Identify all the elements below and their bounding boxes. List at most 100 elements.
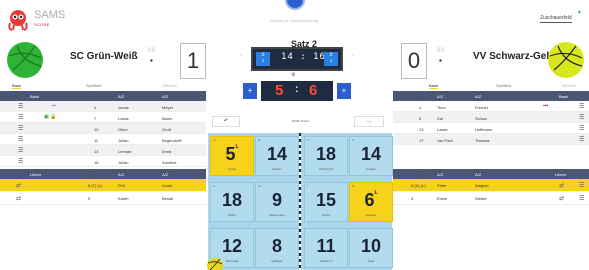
libero-number: 8 (T) (L): [88, 183, 103, 188]
left-plus-button[interactable]: +: [243, 83, 257, 99]
libero-row[interactable]: ⇄ 9 Karim Benali: [0, 192, 206, 205]
drag-handle-icon[interactable]: ☰: [18, 147, 23, 154]
drag-handle-icon[interactable]: ☰: [18, 158, 23, 165]
left-score: 5: [275, 82, 284, 99]
right-header-name: A/Z: [475, 94, 482, 99]
left-header-nr: A/Z: [118, 94, 125, 99]
player-first-name: Olum: [118, 127, 128, 132]
libero-row[interactable]: ⇄ 8 (T) (L) Phil Kunte: [0, 179, 206, 192]
right-libero-label: Libero: [555, 172, 567, 177]
libero-marker: L: [235, 144, 239, 150]
gear-icon[interactable]: ⚙: [291, 72, 295, 78]
court-position-tile[interactable]: III 14 Robert: [255, 136, 299, 176]
left-libero-sort-name: A/Z: [162, 172, 169, 177]
libero-row[interactable]: 8 (K) (L) Peter Wagner ⇄ ☰: [393, 179, 589, 192]
player-number: 7: [94, 116, 97, 121]
drag-handle-icon[interactable]: ☰: [579, 136, 584, 143]
timeout-left-button[interactable]: ⏱ 0: [256, 52, 270, 66]
table-row[interactable]: ☰ 13 Lennart Ernst: [0, 145, 206, 156]
drag-handle-icon[interactable]: ☰: [18, 136, 23, 143]
right-pen-icon[interactable]: ✎: [352, 53, 355, 58]
swap-icon[interactable]: ⇄: [559, 182, 564, 189]
right-header-menu-icon: ☰: [417, 95, 423, 101]
table-row[interactable]: 5 Kai Schulz ☰: [393, 112, 589, 123]
right-libero-sort-nr: A/Z: [437, 172, 444, 177]
table-row[interactable]: ☰ 16 Julian Zornfink: [0, 156, 206, 167]
drag-handle-icon[interactable]: ☰: [579, 182, 584, 189]
left-tab-bench[interactable]: Bank: [12, 83, 22, 89]
drag-handle-icon[interactable]: ☰: [579, 125, 584, 132]
position-roman: V: [213, 184, 216, 188]
left-clipboard-icon[interactable]: ▪: [150, 56, 153, 65]
position-roman: II: [307, 138, 309, 142]
player-first-name: Lukas: [118, 116, 129, 121]
right-libero-sort-name: A/Z: [475, 172, 482, 177]
left-tab-field[interactable]: Spielfeld: [86, 83, 101, 88]
court-position-tile[interactable]: 8 Gallager: [255, 228, 299, 268]
table-row[interactable]: ☰ 11 Julian Bogendorff: [0, 134, 206, 145]
left-team-icons[interactable]: ▯ ▯: [148, 47, 155, 53]
player-number: 17: [419, 138, 424, 143]
table-row[interactable]: ☰ ▪▪ 4 Jonas Meyer: [0, 101, 206, 112]
right-team-icons[interactable]: ▯ ▯: [437, 47, 444, 53]
player-first-name: Julian: [118, 138, 129, 143]
court-position-tile[interactable]: VI 9 Weidemann: [255, 182, 299, 222]
court-position-tile[interactable]: II 18 Winterrock: [304, 136, 348, 176]
court-position-tile[interactable]: III 6L Wagner: [349, 182, 393, 222]
back-to-match-button[interactable]: Zurück zur Spielverwaltung: [266, 18, 322, 23]
table-row[interactable]: 4 Timo Fischer ▪▪▪ ☰: [393, 101, 589, 112]
player-first-name: Lasse: [437, 127, 448, 132]
table-row[interactable]: ☰ ▣ 🔒 7 Lukas Baum: [0, 112, 206, 123]
left-libero-menu-icon: ☰: [92, 173, 98, 179]
libero-marker: L: [374, 190, 378, 196]
swap-icon[interactable]: ⇄: [16, 195, 21, 202]
logo-subtitle: SCORE: [34, 22, 50, 27]
left-pen-icon[interactable]: ✎: [240, 53, 243, 58]
right-tab-field[interactable]: Spielfeld: [496, 83, 511, 88]
drag-handle-icon[interactable]: ☰: [18, 114, 23, 121]
control-row: ↶ ROW: Punkt Fix: [208, 113, 390, 129]
left-libero-label: Libero: [30, 172, 42, 177]
right-plus-button[interactable]: +: [337, 83, 351, 99]
drag-handle-icon[interactable]: ☰: [579, 195, 584, 202]
left-tab-officials[interactable]: Offizielle: [162, 83, 177, 88]
undo-button[interactable]: ↶: [212, 116, 240, 127]
fix-button[interactable]: Fix: [354, 116, 384, 127]
table-row[interactable]: 13 Lasse Hoffmann ☰: [393, 123, 589, 134]
player-name: Raber: [227, 213, 237, 217]
court-position-tile[interactable]: IV 5L Kunte: [210, 136, 254, 176]
libero-row[interactable]: 3 Erwin Weber ⇄ ☰: [393, 192, 589, 205]
right-tab-officials[interactable]: Offizielle: [561, 83, 576, 88]
timeout-right-button[interactable]: ⏱ 0: [324, 52, 338, 66]
player-name: Gallager: [271, 259, 283, 263]
drag-handle-icon[interactable]: ☰: [579, 114, 584, 121]
court-position-tile[interactable]: 10 Klein: [349, 228, 393, 268]
libero-last-name: Weber: [475, 196, 487, 201]
drag-handle-icon[interactable]: ☰: [18, 103, 23, 110]
yellow-ball-icon: [207, 258, 223, 270]
left-sets-won: 1: [180, 43, 206, 79]
table-row[interactable]: 17 Jan Paul Thomas ☰: [393, 134, 589, 145]
player-first-name: Kai: [437, 116, 443, 121]
right-clipboard-icon[interactable]: ▪: [439, 56, 442, 65]
drag-handle-icon[interactable]: ☰: [579, 103, 584, 110]
player-number: 4: [419, 105, 422, 110]
sams-logo-icon: [8, 10, 28, 31]
spectator-link[interactable]: Zuschauerfeld: [540, 15, 572, 23]
swap-icon[interactable]: ⇄: [16, 182, 21, 189]
player-number-value: 15: [315, 190, 337, 210]
player-number: 6L: [350, 190, 392, 211]
table-row[interactable]: ☰ 10 Olum Groß: [0, 123, 206, 134]
court-position-tile[interactable]: V 18 Raber: [210, 182, 254, 222]
court-position-tile[interactable]: II 14 Franke: [349, 136, 393, 176]
player-last-name: Meyer: [162, 105, 174, 110]
player-first-name: Timo: [437, 105, 446, 110]
swap-icon[interactable]: ⇄: [559, 195, 564, 202]
right-tab-bench[interactable]: Bank: [429, 83, 439, 89]
player-number-value: 18: [221, 190, 243, 210]
court-position-tile[interactable]: 11 Heilbrunn: [304, 228, 348, 268]
player-number: 15: [305, 190, 347, 211]
player-number: 8: [256, 236, 298, 257]
drag-handle-icon[interactable]: ☰: [18, 125, 23, 132]
court-position-tile[interactable]: I 15 Dörfer: [304, 182, 348, 222]
